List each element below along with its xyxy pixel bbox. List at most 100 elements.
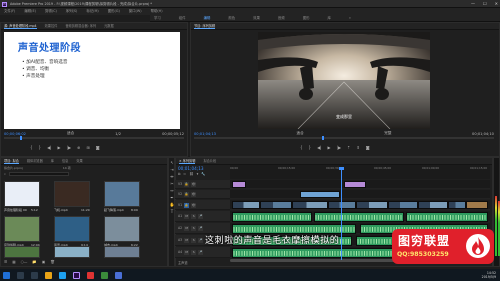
video-clip[interactable]: [260, 201, 292, 209]
title-clip[interactable]: [344, 181, 366, 188]
menu-edit[interactable]: 编辑(E): [24, 8, 36, 15]
toggle-output-icon[interactable]: 👁: [191, 191, 197, 197]
track-header-v2[interactable]: V2 🔒 👁: [175, 190, 230, 199]
workspace-tab-assembly[interactable]: 组件: [179, 15, 186, 21]
wechat-icon[interactable]: [101, 271, 108, 279]
tab-metadata[interactable]: 元数据: [104, 23, 114, 29]
video-clip[interactable]: [292, 201, 328, 209]
video-clip[interactable]: [328, 201, 356, 209]
clip-thumbnail[interactable]: [104, 181, 140, 207]
linked-selection-icon[interactable]: ⛓: [189, 172, 193, 176]
explorer-icon[interactable]: [45, 271, 52, 279]
toggle-output-icon[interactable]: 👁: [191, 181, 197, 187]
nest-icon[interactable]: ⧉: [178, 172, 180, 176]
clip-thumbnail[interactable]: [54, 181, 90, 207]
clip-thumbnail[interactable]: [104, 216, 140, 242]
program-scrub-bar[interactable]: [194, 136, 494, 140]
toggle-sync-lock-icon[interactable]: 🔒: [184, 191, 190, 197]
toggle-sync-lock-icon[interactable]: 🔒: [184, 181, 190, 187]
program-playhead[interactable]: [322, 136, 324, 140]
playhead-handle[interactable]: [339, 167, 344, 170]
mute-button[interactable]: M: [184, 213, 190, 219]
voiceover-icon[interactable]: 🎤: [198, 225, 204, 231]
search-icon[interactable]: [17, 271, 24, 279]
video-clip[interactable]: [388, 201, 418, 209]
track-header-v1[interactable]: V1 🔒 👁: [175, 200, 230, 210]
premiere-taskbar-icon[interactable]: [73, 271, 80, 279]
audio-clip[interactable]: [232, 212, 312, 222]
lift-icon[interactable]: ⇡: [347, 145, 350, 150]
project-search-input[interactable]: [8, 172, 69, 176]
mute-button[interactable]: M: [184, 225, 190, 231]
step-forward-icon[interactable]: |▶: [337, 145, 341, 150]
menu-help[interactable]: 帮助(H): [151, 8, 163, 15]
workspace-tab-audio[interactable]: 音频: [278, 15, 285, 21]
start-button-icon[interactable]: [3, 271, 10, 279]
play-icon[interactable]: ▶: [58, 145, 61, 150]
step-back-icon[interactable]: ◀|: [317, 145, 321, 150]
clip-thumbnail[interactable]: [4, 216, 40, 242]
toggle-sync-lock-icon[interactable]: 🔒: [184, 202, 190, 208]
close-button[interactable]: ✕: [495, 0, 498, 8]
new-item-icon[interactable]: ▣: [42, 260, 45, 264]
clip-thumbnail[interactable]: [4, 246, 40, 258]
track-header-a4[interactable]: A4 M S 🎤: [175, 247, 230, 258]
overwrite-icon[interactable]: ⊞: [86, 145, 89, 150]
mark-in-icon[interactable]: {: [30, 145, 33, 150]
video-clip[interactable]: [418, 201, 448, 209]
clip-thumbnail[interactable]: [104, 246, 140, 258]
menu-file[interactable]: 文件(F): [4, 8, 15, 15]
zoom-slider-icon[interactable]: ○—: [21, 260, 28, 264]
clip-thumbnail[interactable]: [54, 246, 90, 258]
razor-tool-icon[interactable]: ✂: [170, 181, 175, 186]
trash-icon[interactable]: 🗑: [50, 260, 55, 264]
tab-program[interactable]: 节目: 序列剪辑: [194, 23, 216, 29]
maximize-button[interactable]: ☐: [483, 0, 487, 8]
voiceover-icon[interactable]: 🎤: [198, 237, 204, 243]
ripple-edit-icon[interactable]: ⇹: [170, 174, 175, 179]
tab-source[interactable]: 源: 声音处理阶段.mp4: [4, 23, 37, 29]
solo-button[interactable]: S: [191, 237, 197, 243]
workspace-tab-editing[interactable]: 编辑: [204, 15, 211, 21]
app-icon[interactable]: [87, 271, 94, 279]
list-view-icon[interactable]: ☰: [4, 260, 7, 264]
workspace-overflow-button[interactable]: »: [349, 15, 351, 21]
add-marker-icon[interactable]: ▾: [197, 172, 199, 176]
export-frame-icon[interactable]: ◙: [366, 145, 370, 150]
program-timecode[interactable]: 00;01;04;13: [194, 132, 216, 136]
solo-button[interactable]: S: [191, 213, 197, 219]
voiceover-icon[interactable]: 🎤: [198, 213, 204, 219]
new-bin-icon[interactable]: 📁: [32, 260, 36, 264]
task-view-icon[interactable]: [31, 271, 38, 279]
type-tool-icon[interactable]: T: [170, 209, 175, 214]
video-clip[interactable]: [356, 201, 388, 209]
tab-sequence[interactable]: × 序列剪辑: [179, 158, 196, 164]
clip-thumbnail[interactable]: [4, 181, 40, 207]
mark-out-icon[interactable]: }: [309, 145, 312, 150]
step-forward-icon[interactable]: |▶: [67, 145, 71, 150]
extract-icon[interactable]: ⇞: [356, 145, 359, 150]
tab-effect-controls[interactable]: 效果控件: [45, 23, 58, 29]
menu-sequence[interactable]: 序列(S): [66, 8, 78, 15]
audio-clip[interactable]: [314, 212, 404, 222]
timeline-playhead[interactable]: [339, 167, 344, 260]
insert-icon[interactable]: ⊕: [77, 145, 80, 150]
clip-thumbnail[interactable]: [54, 216, 90, 242]
source-playhead[interactable]: [20, 136, 22, 140]
app-icon[interactable]: [115, 271, 122, 279]
solo-button[interactable]: S: [191, 249, 197, 255]
menu-graphics[interactable]: 图形(G): [108, 8, 120, 15]
browser-icon[interactable]: [59, 271, 66, 279]
track-lane[interactable]: [230, 190, 490, 199]
workspace-tab-graphics[interactable]: 图形: [303, 15, 310, 21]
tab-sequence-2[interactable]: 拟合片段: [203, 158, 216, 164]
step-back-icon[interactable]: ◀|: [47, 145, 51, 150]
tab-media-browser[interactable]: 媒体浏览器: [27, 158, 43, 164]
mute-button[interactable]: M: [184, 237, 190, 243]
pen-tool-icon[interactable]: ✒: [170, 195, 175, 200]
workspace-tab-effects[interactable]: 效果: [253, 15, 260, 21]
snap-icon[interactable]: ⊂: [183, 172, 186, 176]
toggle-output-icon[interactable]: 👁: [191, 202, 197, 208]
slip-tool-icon[interactable]: ↔: [170, 188, 175, 193]
source-fit-dropdown[interactable]: 适合: [67, 131, 74, 136]
